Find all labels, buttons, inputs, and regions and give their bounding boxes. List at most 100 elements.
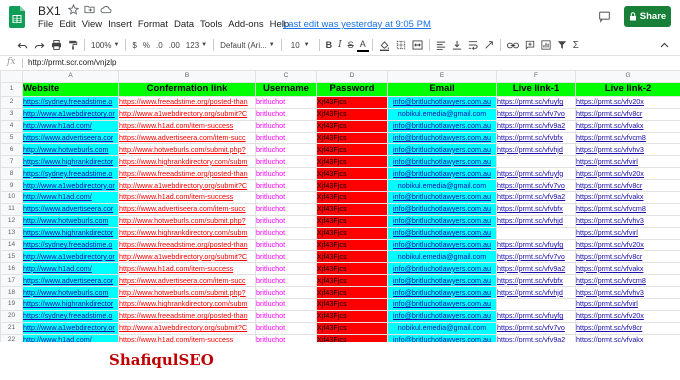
password-cell[interactable]: Xjf43Fjcs: [316, 309, 388, 323]
collapse-toolbar-icon[interactable]: [657, 35, 672, 55]
website-cell[interactable]: http://www.h1ad.com/: [22, 119, 119, 133]
bold-button[interactable]: B: [323, 35, 336, 55]
password-cell[interactable]: Xjf43Fjcs: [316, 107, 388, 121]
insert-link-icon[interactable]: [504, 35, 522, 55]
row-number[interactable]: 14: [0, 238, 23, 252]
share-button[interactable]: Share: [624, 6, 671, 27]
text-wrap-icon[interactable]: [465, 35, 481, 55]
username-cell[interactable]: britluchot: [255, 202, 317, 216]
website-cell[interactable]: http://www.h1ad.com/: [22, 191, 119, 204]
live-link-2-cell[interactable]: https://prmt.sc/vfvcm8: [575, 274, 680, 288]
confirmation-link-cell[interactable]: http://www.hotweburls.com/submit.php?: [118, 143, 256, 157]
move-folder-icon[interactable]: [84, 4, 95, 15]
username-cell[interactable]: britluchot: [255, 250, 317, 264]
password-cell[interactable]: Xjf43Fjcs: [316, 286, 388, 300]
header-cell-password[interactable]: Password: [316, 81, 388, 97]
username-cell[interactable]: britluchot: [255, 262, 317, 276]
username-cell[interactable]: britluchot: [255, 167, 317, 181]
row-number[interactable]: 13: [0, 226, 23, 240]
confirmation-link-cell[interactable]: https://www.freeadstime.org/posted-than: [118, 167, 256, 181]
username-cell[interactable]: britluchot: [255, 226, 317, 240]
username-cell[interactable]: britluchot: [255, 286, 317, 300]
password-cell[interactable]: Xjf43Fjcs: [316, 202, 388, 216]
filter-icon[interactable]: [554, 35, 570, 55]
live-link-2-cell[interactable]: https://prmt.sc/vfvcm8: [575, 131, 680, 145]
website-cell[interactable]: http://www.h1ad.com/: [22, 262, 119, 276]
website-cell[interactable]: http://www.hotweburls.com: [22, 214, 119, 228]
increase-decimal-button[interactable]: .00: [166, 35, 183, 55]
website-cell[interactable]: http://www.hotweburls.com: [22, 143, 119, 157]
username-cell[interactable]: britluchot: [255, 155, 317, 169]
live-link-1-cell[interactable]: https://prmt.sc/vfv9a2: [496, 119, 576, 133]
username-cell[interactable]: britluchot: [255, 238, 317, 252]
username-cell[interactable]: britluchot: [255, 143, 317, 157]
live-link-1-cell[interactable]: [496, 226, 576, 240]
confirmation-link-cell[interactable]: https://www.highrankdirectory.com/subm: [118, 226, 256, 240]
strikethrough-button[interactable]: S: [345, 35, 357, 55]
header-cell-confirmation-link[interactable]: Confermation link: [118, 81, 256, 97]
row-number[interactable]: 6: [0, 143, 23, 157]
live-link-1-cell[interactable]: https://prmt.sc/vfvhjd: [496, 214, 576, 228]
align-horizontal-icon[interactable]: [433, 35, 449, 55]
email-cell[interactable]: info@britluchotlawyers.com.au: [387, 214, 497, 228]
functions-icon[interactable]: Σ: [570, 35, 582, 55]
email-cell[interactable]: info@britluchotlawyers.com.au: [387, 226, 497, 240]
email-cell[interactable]: info@britluchotlawyers.com.au: [387, 191, 497, 204]
confirmation-link-cell[interactable]: http://www.hotweburls.com/submit.php?: [118, 286, 256, 300]
password-cell[interactable]: Xjf43Fjcs: [316, 298, 388, 311]
borders-icon[interactable]: [393, 35, 409, 55]
website-cell[interactable]: https://www.advertiseera.cor: [22, 274, 119, 288]
confirmation-link-cell[interactable]: http://www.a1webdirectory.org/submit?C: [118, 321, 256, 335]
document-title[interactable]: BX1: [38, 4, 61, 18]
row-number[interactable]: 17: [0, 274, 23, 288]
align-vertical-icon[interactable]: [449, 35, 465, 55]
menu-addons[interactable]: Add-ons: [228, 19, 263, 30]
menu-tools[interactable]: Tools: [200, 19, 222, 30]
column-header[interactable]: G: [575, 70, 680, 83]
row-number[interactable]: 21: [0, 321, 23, 335]
website-cell[interactable]: https://www.highrankdirector: [22, 155, 119, 169]
decrease-decimal-button[interactable]: .0: [153, 35, 166, 55]
password-cell[interactable]: Xjf43Fjcs: [316, 250, 388, 264]
live-link-2-cell[interactable]: https://prmt.sc/vfvcm8: [575, 202, 680, 216]
confirmation-link-cell[interactable]: https://www.h1ad.com/item-success: [118, 262, 256, 276]
menu-insert[interactable]: Insert: [108, 19, 132, 30]
live-link-1-cell[interactable]: https://prmt.sc/vfvhjd: [496, 286, 576, 300]
insert-chart-icon[interactable]: [538, 35, 554, 55]
select-all-corner[interactable]: [0, 70, 23, 83]
column-header[interactable]: D: [316, 70, 388, 83]
website-cell[interactable]: https://www.advertiseera.cor: [22, 202, 119, 216]
column-header[interactable]: C: [255, 70, 317, 83]
password-cell[interactable]: Xjf43Fjcs: [316, 226, 388, 240]
live-link-2-cell[interactable]: https://prmt.sc/vfvhv3: [575, 143, 680, 157]
row-number[interactable]: 4: [0, 119, 23, 133]
live-link-2-cell[interactable]: https://prmt.sc/vfvakx: [575, 333, 680, 342]
zoom-select[interactable]: 100% ▼: [88, 35, 122, 55]
italic-button[interactable]: I: [335, 35, 345, 55]
live-link-2-cell[interactable]: https://prmt.sc/vfvakx: [575, 262, 680, 276]
live-link-1-cell[interactable]: https://prmt.sc/vfuyfg: [496, 238, 576, 252]
redo-icon[interactable]: [31, 35, 48, 55]
header-cell-email[interactable]: Email: [387, 81, 497, 97]
website-cell[interactable]: http://www.a1webdirectory.or: [22, 179, 119, 193]
password-cell[interactable]: Xjf43Fjcs: [316, 214, 388, 228]
website-cell[interactable]: http://www.h1ad.com/: [22, 333, 119, 342]
row-number[interactable]: 9: [0, 179, 23, 193]
row-number[interactable]: 3: [0, 107, 23, 121]
menu-data[interactable]: Data: [174, 19, 194, 30]
last-edit-link[interactable]: Last edit was yesterday at 9:05 PM: [283, 19, 431, 30]
username-cell[interactable]: britluchot: [255, 298, 317, 311]
password-cell[interactable]: Xjf43Fjcs: [316, 155, 388, 169]
confirmation-link-cell[interactable]: https://www.h1ad.com/item-success: [118, 191, 256, 204]
username-cell[interactable]: britluchot: [255, 309, 317, 323]
username-cell[interactable]: britluchot: [255, 274, 317, 288]
email-cell[interactable]: info@britluchotlawyers.com.au: [387, 286, 497, 300]
confirmation-link-cell[interactable]: http://www.a1webdirectory.org/submit?C: [118, 179, 256, 193]
password-cell[interactable]: Xjf43Fjcs: [316, 321, 388, 335]
header-cell-live-link-1[interactable]: Live link-1: [496, 81, 576, 97]
row-number[interactable]: 22: [0, 333, 23, 342]
username-cell[interactable]: britluchot: [255, 131, 317, 145]
website-cell[interactable]: https://sydney.freeadstime.o: [22, 95, 119, 109]
live-link-1-cell[interactable]: https://prmt.sc/vfv9a2: [496, 262, 576, 276]
website-cell[interactable]: https://www.highrankdirector: [22, 226, 119, 240]
